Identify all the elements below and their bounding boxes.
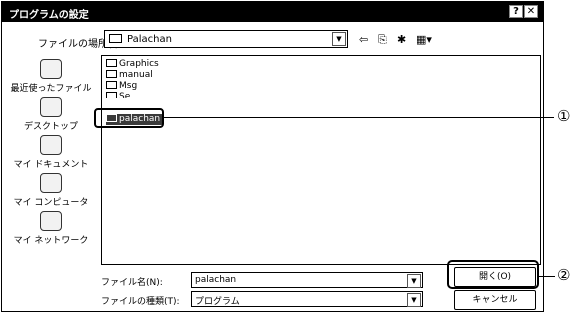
chevron-down-icon[interactable]: ▼	[407, 274, 421, 288]
callout-2: ②	[557, 266, 571, 284]
list-item[interactable]: Msg	[106, 81, 137, 92]
cancel-button[interactable]: キャンセル	[454, 290, 536, 310]
list-item[interactable]: Graphics	[106, 59, 159, 70]
filename-input[interactable]: palachan ▼	[191, 272, 423, 288]
chevron-down-icon[interactable]: ▼	[407, 293, 421, 307]
desktop-icon	[40, 97, 62, 117]
place-label: 最近使ったファイル	[10, 84, 92, 94]
chevron-down-icon[interactable]: ▼	[332, 32, 346, 46]
callout-2-leader	[539, 276, 555, 277]
place-recent[interactable]: 最近使ったファイル	[8, 59, 94, 94]
my-computer-icon	[40, 173, 62, 193]
help-button[interactable]: ?	[509, 5, 523, 18]
dialog-title: プログラムの設定	[9, 10, 89, 21]
callout-2-highlight	[447, 260, 539, 289]
up-folder-icon[interactable]: ⎘	[378, 33, 387, 47]
recent-documents-icon	[40, 59, 62, 79]
filetype-label: ファイルの種類(T):	[101, 297, 180, 307]
filetype-value: プログラム	[195, 297, 240, 307]
list-item[interactable]: manual	[106, 70, 153, 81]
folder-icon	[106, 92, 117, 98]
folder-icon	[109, 34, 122, 43]
place-label: マイ コンピュータ	[13, 198, 89, 208]
my-network-icon	[40, 211, 62, 231]
folder-icon	[106, 70, 117, 78]
place-label: デスクトップ	[23, 122, 78, 132]
folder-icon	[106, 59, 117, 67]
callout-1-leader	[164, 117, 554, 118]
back-icon[interactable]: ⇦	[359, 33, 368, 46]
look-in-select[interactable]: Palachan ▼	[104, 30, 348, 48]
place-label: マイ ネットワーク	[13, 236, 89, 246]
place-my-network[interactable]: マイ ネットワーク	[8, 211, 94, 246]
file-name: manual	[119, 70, 153, 80]
place-desktop[interactable]: デスクトップ	[8, 97, 94, 132]
callout-1-highlight	[94, 108, 164, 128]
filename-value: palachan	[195, 275, 237, 285]
filename-label: ファイル名(N):	[101, 278, 163, 288]
my-documents-icon	[40, 135, 62, 155]
view-menu-icon[interactable]: ▦▾	[416, 33, 432, 46]
place-my-documents[interactable]: マイ ドキュメント	[8, 135, 94, 170]
place-my-computer[interactable]: マイ コンピュータ	[8, 173, 94, 208]
list-item[interactable]: Se	[106, 92, 130, 98]
file-name: Graphics	[119, 59, 159, 69]
folder-icon	[106, 81, 117, 89]
file-name: Msg	[119, 81, 138, 91]
filetype-select[interactable]: プログラム ▼	[191, 291, 423, 307]
file-name: Se	[119, 92, 131, 98]
file-list[interactable]: Graphics manual Msg Se palachan	[101, 55, 541, 265]
title-bar: プログラムの設定 ? ✕	[2, 2, 543, 22]
place-label: マイ ドキュメント	[13, 160, 89, 170]
close-button[interactable]: ✕	[524, 5, 538, 18]
callout-1: ①	[557, 107, 571, 125]
look-in-value: Palachan	[127, 34, 172, 45]
new-folder-icon[interactable]: ✱	[397, 33, 406, 46]
